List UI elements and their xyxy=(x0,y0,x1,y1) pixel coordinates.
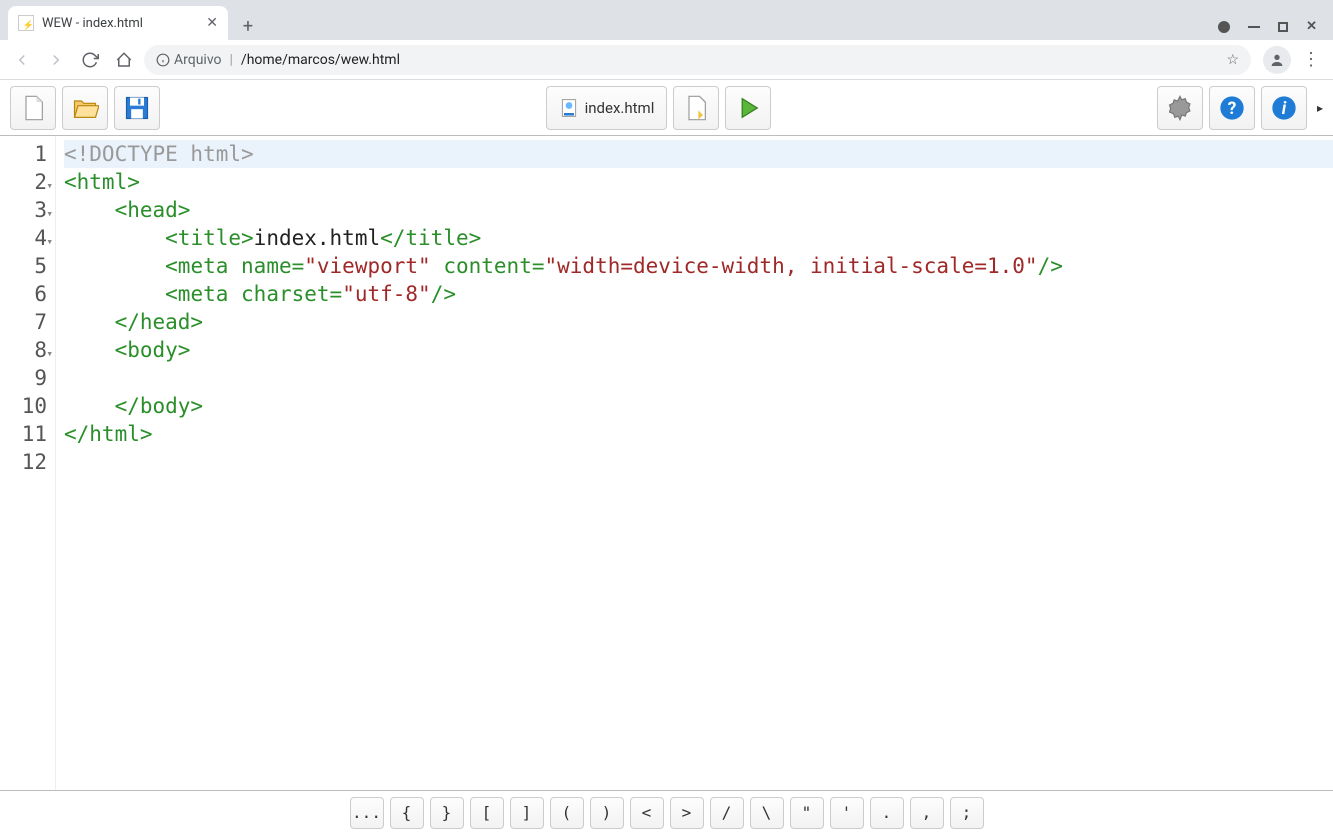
address-info-icon[interactable]: Arquivo xyxy=(156,52,222,68)
profile-button[interactable] xyxy=(1263,46,1291,74)
gutter-line: 11 xyxy=(0,420,51,448)
new-html-button[interactable] xyxy=(673,86,719,130)
browser-tab[interactable]: WEW - index.html ✕ xyxy=(8,6,228,40)
char-button[interactable]: [ xyxy=(470,797,504,829)
char-button[interactable]: ( xyxy=(550,797,584,829)
nav-back-button[interactable] xyxy=(8,46,36,74)
bookmark-star-icon[interactable]: ☆ xyxy=(1226,52,1239,68)
code-line[interactable]: <title>index.html</title> xyxy=(64,224,1333,252)
gutter-line: 1 xyxy=(0,140,51,168)
gutter-line: 8▾ xyxy=(0,336,51,364)
app-toolbar: index.html ? i ▸ xyxy=(0,80,1333,136)
document-tab[interactable]: index.html xyxy=(546,86,668,130)
char-button[interactable]: , xyxy=(910,797,944,829)
char-button[interactable]: ) xyxy=(590,797,624,829)
address-path: /home/marcos/wew.html xyxy=(241,52,400,68)
code-line[interactable]: </body> xyxy=(64,392,1333,420)
nav-forward-button[interactable] xyxy=(42,46,70,74)
settings-button[interactable] xyxy=(1157,86,1203,130)
char-button[interactable]: / xyxy=(710,797,744,829)
code-line[interactable] xyxy=(64,448,1333,476)
gutter-line: 3▾ xyxy=(0,196,51,224)
char-button[interactable]: " xyxy=(790,797,824,829)
toolbar-overflow-button[interactable]: ▸ xyxy=(1317,101,1323,115)
new-tab-button[interactable]: + xyxy=(234,12,262,40)
tab-favicon-icon xyxy=(18,15,34,31)
document-tab-label: index.html xyxy=(585,99,655,117)
gutter-line: 5 xyxy=(0,252,51,280)
browser-menu-button[interactable]: ⋮ xyxy=(1297,46,1325,74)
address-separator: | xyxy=(230,52,233,68)
code-line[interactable]: </html> xyxy=(64,420,1333,448)
code-line[interactable]: <meta name="viewport" content="width=dev… xyxy=(64,252,1333,280)
char-button[interactable]: > xyxy=(670,797,704,829)
window-controls: ✕ xyxy=(1218,19,1325,40)
nav-home-button[interactable] xyxy=(110,46,138,74)
code-line[interactable] xyxy=(64,364,1333,392)
address-bar[interactable]: Arquivo | /home/marcos/wew.html ☆ xyxy=(144,45,1251,75)
window-maximize-button[interactable] xyxy=(1278,22,1288,32)
gutter-line: 2▾ xyxy=(0,168,51,196)
window-incognito-icon[interactable] xyxy=(1218,21,1230,33)
help-button[interactable]: ? xyxy=(1209,86,1255,130)
char-button[interactable]: ... xyxy=(350,797,384,829)
run-button[interactable] xyxy=(725,86,771,130)
nav-reload-button[interactable] xyxy=(76,46,104,74)
gutter-line: 12 xyxy=(0,448,51,476)
open-file-button[interactable] xyxy=(62,86,108,130)
character-bar: ...{}[]()<>/\"'.,; xyxy=(0,790,1333,834)
code-line[interactable]: </head> xyxy=(64,308,1333,336)
char-button[interactable]: \ xyxy=(750,797,784,829)
char-button[interactable]: ; xyxy=(950,797,984,829)
gutter-line: 4▾ xyxy=(0,224,51,252)
tab-title: WEW - index.html xyxy=(42,16,143,31)
about-button[interactable]: i xyxy=(1261,86,1307,130)
svg-text:i: i xyxy=(1282,98,1287,118)
code-line[interactable]: <meta charset="utf-8"/> xyxy=(64,280,1333,308)
gutter-line: 7 xyxy=(0,308,51,336)
code-line[interactable]: <html> xyxy=(64,168,1333,196)
browser-toolbar: Arquivo | /home/marcos/wew.html ☆ ⋮ xyxy=(0,40,1333,80)
window-close-button[interactable]: ✕ xyxy=(1306,19,1317,34)
editor-gutter: 12▾3▾4▾5678▾9101112 xyxy=(0,136,56,790)
code-line[interactable]: <body> xyxy=(64,336,1333,364)
code-editor[interactable]: 12▾3▾4▾5678▾9101112 <!DOCTYPE html><html… xyxy=(0,136,1333,790)
char-button[interactable]: ' xyxy=(830,797,864,829)
char-button[interactable]: < xyxy=(630,797,664,829)
code-line[interactable]: <!DOCTYPE html> xyxy=(64,140,1333,168)
gutter-line: 6 xyxy=(0,280,51,308)
tab-close-icon[interactable]: ✕ xyxy=(206,15,218,31)
code-line[interactable]: <head> xyxy=(64,196,1333,224)
window-minimize-button[interactable] xyxy=(1248,26,1260,28)
char-button[interactable]: . xyxy=(870,797,904,829)
html-file-icon xyxy=(559,98,579,118)
save-file-button[interactable] xyxy=(114,86,160,130)
svg-text:?: ? xyxy=(1228,98,1237,118)
char-button[interactable]: } xyxy=(430,797,464,829)
gutter-line: 9 xyxy=(0,364,51,392)
gutter-line: 10 xyxy=(0,392,51,420)
browser-tab-bar: WEW - index.html ✕ + ✕ xyxy=(0,0,1333,40)
char-button[interactable]: ] xyxy=(510,797,544,829)
address-scheme-label: Arquivo xyxy=(174,52,222,68)
char-button[interactable]: { xyxy=(390,797,424,829)
new-file-button[interactable] xyxy=(10,86,56,130)
editor-content[interactable]: <!DOCTYPE html><html> <head> <title>inde… xyxy=(56,136,1333,790)
